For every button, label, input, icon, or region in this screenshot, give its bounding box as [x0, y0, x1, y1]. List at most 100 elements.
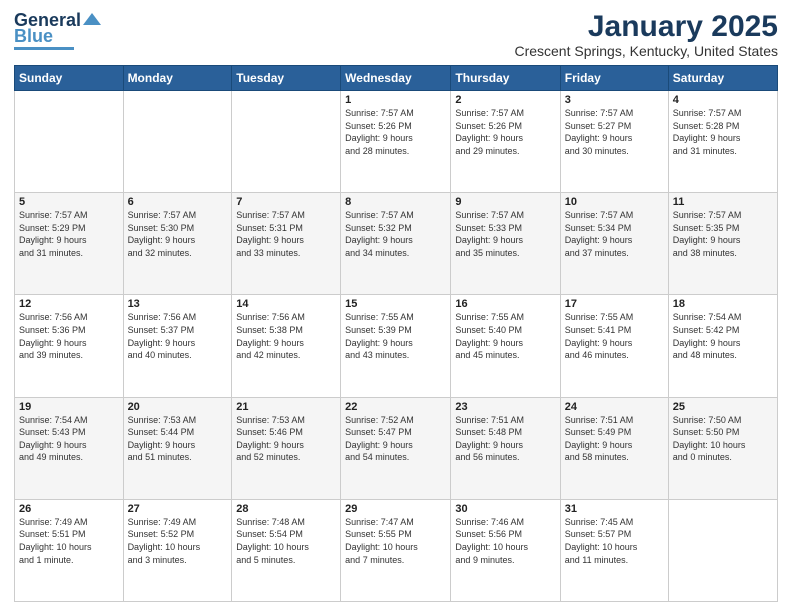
- calendar-cell-w4-d6: 24Sunrise: 7:51 AM Sunset: 5:49 PM Dayli…: [560, 397, 668, 499]
- day-info: Sunrise: 7:52 AM Sunset: 5:47 PM Dayligh…: [345, 414, 446, 464]
- calendar-cell-w2-d6: 10Sunrise: 7:57 AM Sunset: 5:34 PM Dayli…: [560, 193, 668, 295]
- day-info: Sunrise: 7:51 AM Sunset: 5:48 PM Dayligh…: [455, 414, 555, 464]
- title-block: January 2025 Crescent Springs, Kentucky,…: [514, 10, 778, 59]
- logo-blue-underline: [14, 47, 74, 50]
- day-info: Sunrise: 7:56 AM Sunset: 5:36 PM Dayligh…: [19, 311, 119, 361]
- day-number: 3: [565, 94, 664, 106]
- day-number: 12: [19, 298, 119, 310]
- day-number: 18: [673, 298, 773, 310]
- calendar-cell-w5-d6: 31Sunrise: 7:45 AM Sunset: 5:57 PM Dayli…: [560, 499, 668, 601]
- calendar-header-row: Sunday Monday Tuesday Wednesday Thursday…: [15, 66, 778, 91]
- calendar-cell-w2-d4: 8Sunrise: 7:57 AM Sunset: 5:32 PM Daylig…: [341, 193, 451, 295]
- calendar-cell-w3-d2: 13Sunrise: 7:56 AM Sunset: 5:37 PM Dayli…: [123, 295, 232, 397]
- calendar-cell-w5-d2: 27Sunrise: 7:49 AM Sunset: 5:52 PM Dayli…: [123, 499, 232, 601]
- day-info: Sunrise: 7:57 AM Sunset: 5:30 PM Dayligh…: [128, 209, 228, 259]
- calendar-cell-w4-d7: 25Sunrise: 7:50 AM Sunset: 5:50 PM Dayli…: [668, 397, 777, 499]
- calendar-cell-w3-d1: 12Sunrise: 7:56 AM Sunset: 5:36 PM Dayli…: [15, 295, 124, 397]
- day-info: Sunrise: 7:53 AM Sunset: 5:44 PM Dayligh…: [128, 414, 228, 464]
- day-info: Sunrise: 7:57 AM Sunset: 5:29 PM Dayligh…: [19, 209, 119, 259]
- day-info: Sunrise: 7:50 AM Sunset: 5:50 PM Dayligh…: [673, 414, 773, 464]
- calendar-cell-w2-d1: 5Sunrise: 7:57 AM Sunset: 5:29 PM Daylig…: [15, 193, 124, 295]
- day-info: Sunrise: 7:57 AM Sunset: 5:32 PM Dayligh…: [345, 209, 446, 259]
- page-subtitle: Crescent Springs, Kentucky, United State…: [514, 43, 778, 59]
- day-info: Sunrise: 7:57 AM Sunset: 5:26 PM Dayligh…: [455, 107, 555, 157]
- day-info: Sunrise: 7:51 AM Sunset: 5:49 PM Dayligh…: [565, 414, 664, 464]
- day-info: Sunrise: 7:57 AM Sunset: 5:27 PM Dayligh…: [565, 107, 664, 157]
- header-tuesday: Tuesday: [232, 66, 341, 91]
- calendar-week-5: 26Sunrise: 7:49 AM Sunset: 5:51 PM Dayli…: [15, 499, 778, 601]
- day-info: Sunrise: 7:57 AM Sunset: 5:33 PM Dayligh…: [455, 209, 555, 259]
- day-number: 17: [565, 298, 664, 310]
- day-number: 23: [455, 401, 555, 413]
- calendar-cell-w5-d5: 30Sunrise: 7:46 AM Sunset: 5:56 PM Dayli…: [451, 499, 560, 601]
- day-number: 29: [345, 503, 446, 515]
- day-number: 16: [455, 298, 555, 310]
- logo: General Blue: [14, 10, 101, 50]
- day-number: 22: [345, 401, 446, 413]
- day-number: 1: [345, 94, 446, 106]
- day-number: 20: [128, 401, 228, 413]
- calendar-table: Sunday Monday Tuesday Wednesday Thursday…: [14, 65, 778, 602]
- calendar-cell-w1-d4: 1Sunrise: 7:57 AM Sunset: 5:26 PM Daylig…: [341, 91, 451, 193]
- day-number: 27: [128, 503, 228, 515]
- calendar-week-4: 19Sunrise: 7:54 AM Sunset: 5:43 PM Dayli…: [15, 397, 778, 499]
- calendar-cell-w4-d1: 19Sunrise: 7:54 AM Sunset: 5:43 PM Dayli…: [15, 397, 124, 499]
- day-info: Sunrise: 7:46 AM Sunset: 5:56 PM Dayligh…: [455, 516, 555, 566]
- day-number: 31: [565, 503, 664, 515]
- header-saturday: Saturday: [668, 66, 777, 91]
- day-number: 4: [673, 94, 773, 106]
- day-info: Sunrise: 7:54 AM Sunset: 5:43 PM Dayligh…: [19, 414, 119, 464]
- calendar-cell-w1-d6: 3Sunrise: 7:57 AM Sunset: 5:27 PM Daylig…: [560, 91, 668, 193]
- day-number: 15: [345, 298, 446, 310]
- day-number: 13: [128, 298, 228, 310]
- calendar-cell-w4-d3: 21Sunrise: 7:53 AM Sunset: 5:46 PM Dayli…: [232, 397, 341, 499]
- day-info: Sunrise: 7:57 AM Sunset: 5:35 PM Dayligh…: [673, 209, 773, 259]
- day-number: 19: [19, 401, 119, 413]
- day-number: 2: [455, 94, 555, 106]
- calendar-cell-w3-d7: 18Sunrise: 7:54 AM Sunset: 5:42 PM Dayli…: [668, 295, 777, 397]
- day-number: 6: [128, 196, 228, 208]
- day-info: Sunrise: 7:57 AM Sunset: 5:34 PM Dayligh…: [565, 209, 664, 259]
- day-number: 26: [19, 503, 119, 515]
- calendar-cell-w3-d3: 14Sunrise: 7:56 AM Sunset: 5:38 PM Dayli…: [232, 295, 341, 397]
- day-number: 8: [345, 196, 446, 208]
- calendar-cell-w4-d2: 20Sunrise: 7:53 AM Sunset: 5:44 PM Dayli…: [123, 397, 232, 499]
- header-wednesday: Wednesday: [341, 66, 451, 91]
- day-info: Sunrise: 7:55 AM Sunset: 5:39 PM Dayligh…: [345, 311, 446, 361]
- calendar-cell-w5-d7: [668, 499, 777, 601]
- day-info: Sunrise: 7:55 AM Sunset: 5:41 PM Dayligh…: [565, 311, 664, 361]
- day-number: 5: [19, 196, 119, 208]
- calendar-cell-w1-d2: [123, 91, 232, 193]
- calendar-cell-w1-d1: [15, 91, 124, 193]
- day-number: 24: [565, 401, 664, 413]
- day-number: 25: [673, 401, 773, 413]
- day-number: 10: [565, 196, 664, 208]
- calendar-cell-w3-d4: 15Sunrise: 7:55 AM Sunset: 5:39 PM Dayli…: [341, 295, 451, 397]
- calendar-cell-w5-d3: 28Sunrise: 7:48 AM Sunset: 5:54 PM Dayli…: [232, 499, 341, 601]
- day-info: Sunrise: 7:57 AM Sunset: 5:28 PM Dayligh…: [673, 107, 773, 157]
- calendar-cell-w5-d4: 29Sunrise: 7:47 AM Sunset: 5:55 PM Dayli…: [341, 499, 451, 601]
- day-number: 21: [236, 401, 336, 413]
- calendar-cell-w3-d6: 17Sunrise: 7:55 AM Sunset: 5:41 PM Dayli…: [560, 295, 668, 397]
- header: General Blue January 2025 Crescent Sprin…: [14, 10, 778, 59]
- day-number: 30: [455, 503, 555, 515]
- calendar-cell-w4-d5: 23Sunrise: 7:51 AM Sunset: 5:48 PM Dayli…: [451, 397, 560, 499]
- header-sunday: Sunday: [15, 66, 124, 91]
- calendar-week-3: 12Sunrise: 7:56 AM Sunset: 5:36 PM Dayli…: [15, 295, 778, 397]
- day-number: 28: [236, 503, 336, 515]
- calendar-cell-w2-d5: 9Sunrise: 7:57 AM Sunset: 5:33 PM Daylig…: [451, 193, 560, 295]
- calendar-cell-w2-d3: 7Sunrise: 7:57 AM Sunset: 5:31 PM Daylig…: [232, 193, 341, 295]
- page-container: General Blue January 2025 Crescent Sprin…: [0, 0, 792, 612]
- calendar-week-1: 1Sunrise: 7:57 AM Sunset: 5:26 PM Daylig…: [15, 91, 778, 193]
- day-info: Sunrise: 7:49 AM Sunset: 5:51 PM Dayligh…: [19, 516, 119, 566]
- calendar-cell-w5-d1: 26Sunrise: 7:49 AM Sunset: 5:51 PM Dayli…: [15, 499, 124, 601]
- day-info: Sunrise: 7:56 AM Sunset: 5:38 PM Dayligh…: [236, 311, 336, 361]
- day-info: Sunrise: 7:47 AM Sunset: 5:55 PM Dayligh…: [345, 516, 446, 566]
- day-info: Sunrise: 7:55 AM Sunset: 5:40 PM Dayligh…: [455, 311, 555, 361]
- calendar-cell-w3-d5: 16Sunrise: 7:55 AM Sunset: 5:40 PM Dayli…: [451, 295, 560, 397]
- day-info: Sunrise: 7:57 AM Sunset: 5:26 PM Dayligh…: [345, 107, 446, 157]
- day-number: 9: [455, 196, 555, 208]
- day-info: Sunrise: 7:57 AM Sunset: 5:31 PM Dayligh…: [236, 209, 336, 259]
- day-number: 14: [236, 298, 336, 310]
- header-monday: Monday: [123, 66, 232, 91]
